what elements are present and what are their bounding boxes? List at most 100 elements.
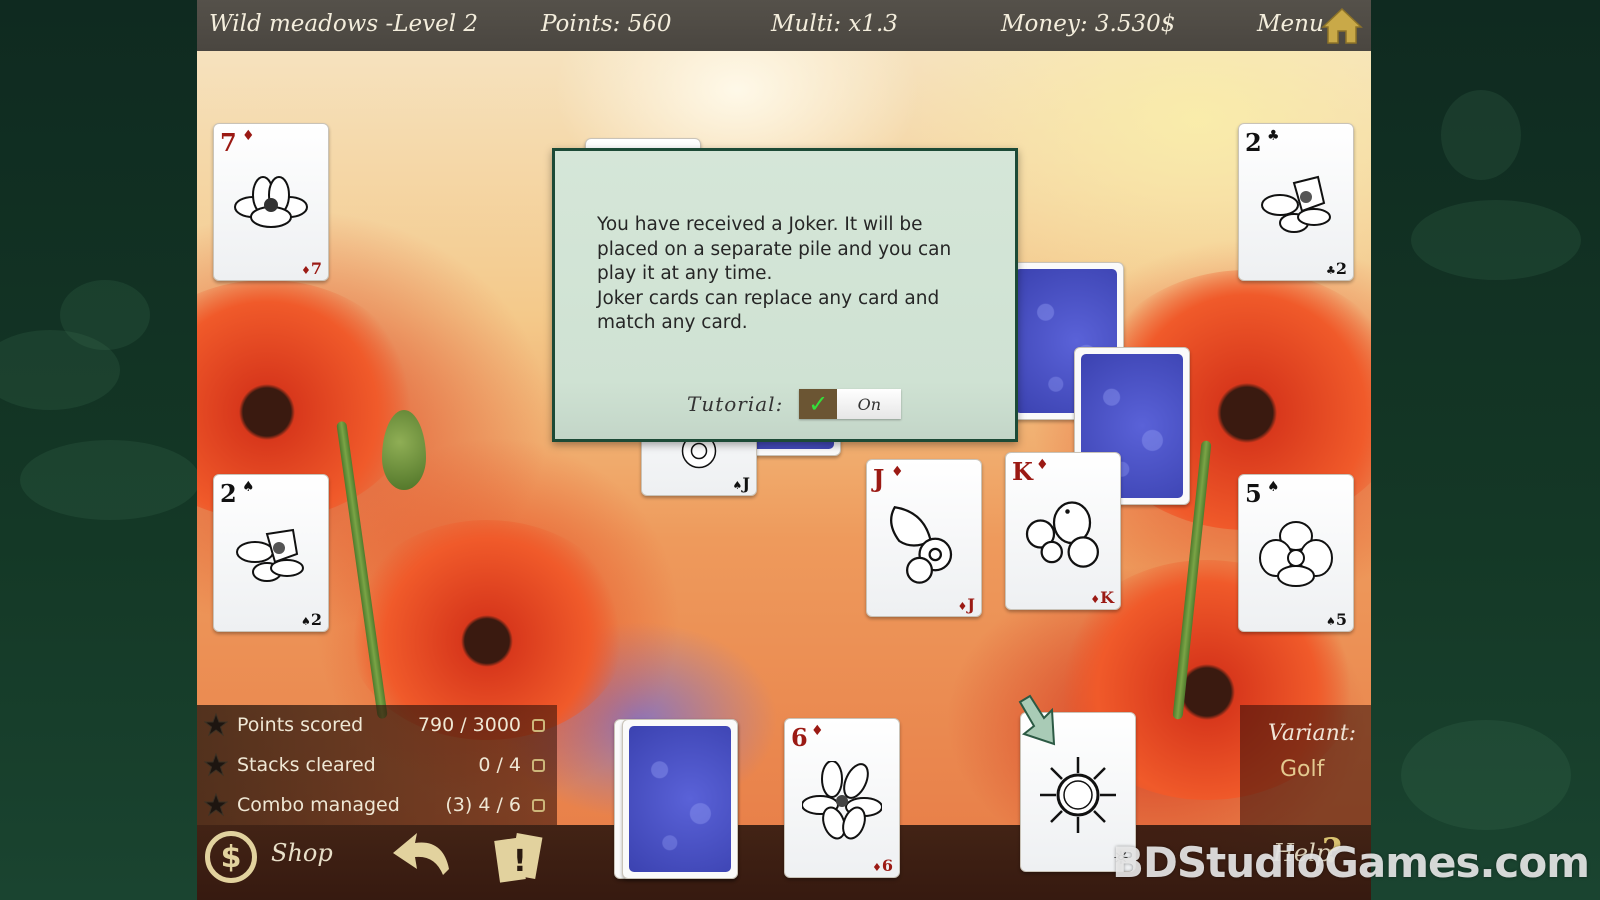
- tableau-card-5-spades[interactable]: 5 ♠ ♠5: [1238, 474, 1354, 632]
- dollar-coin-icon[interactable]: $: [205, 831, 257, 883]
- card-rank: K: [1100, 588, 1114, 607]
- hint-cards-icon[interactable]: !: [493, 829, 543, 889]
- card-rank: K: [1012, 457, 1033, 486]
- daffodil-icon: [1261, 175, 1331, 234]
- diamond-icon: ♦: [1036, 457, 1049, 473]
- card-rank: 2: [1335, 259, 1347, 278]
- goal-value: 790 / 3000: [417, 714, 521, 736]
- diamond-icon: ♦: [242, 128, 255, 144]
- club-icon: ♣: [1267, 128, 1280, 144]
- card-corner: ♦6: [872, 856, 893, 875]
- goal-label: Stacks cleared: [237, 754, 376, 776]
- variant-title: Variant:: [1268, 721, 1357, 746]
- star-icon: [204, 753, 228, 777]
- goals-panel: Points scored 790 / 3000 Stacks cleared …: [197, 705, 557, 825]
- star-icon: [204, 713, 228, 737]
- goal-checkbox: [532, 798, 545, 812]
- right-backdrop: [1371, 0, 1600, 900]
- checkmark-icon[interactable]: ✓: [799, 389, 838, 419]
- lily-icon: [802, 761, 882, 840]
- goal-label: Points scored: [237, 714, 364, 736]
- money-display: Money: 3.530$: [1001, 11, 1176, 37]
- multiplier-display: Multi: x1.3: [771, 11, 898, 37]
- dialog-message-line: You have received a Joker. It will be pl…: [597, 214, 952, 284]
- stock-pile[interactable]: [622, 719, 738, 879]
- diamond-icon: ♦: [300, 264, 311, 277]
- tableau-card-2-clubs[interactable]: 2 ♣ ♣2: [1238, 123, 1354, 281]
- card-corner: ♦K: [1090, 588, 1114, 607]
- daisy-silhouette: [1411, 200, 1581, 280]
- goal-points-scored: Points scored 790 / 3000: [197, 705, 557, 745]
- tutorial-toggle[interactable]: ✓ On: [799, 389, 902, 419]
- goal-value: 0 / 4: [478, 754, 521, 776]
- shop-button[interactable]: Shop: [271, 839, 333, 867]
- card-corner: ♠5: [1326, 610, 1347, 629]
- level-title: Wild meadows -Level 2: [209, 11, 479, 37]
- left-backdrop: [0, 0, 200, 900]
- tutorial-state[interactable]: On: [837, 389, 902, 419]
- card-rank: J: [742, 474, 750, 493]
- card-corner: ♣2: [1326, 259, 1347, 278]
- goal-combo-managed: Combo managed (3) 4 / 6: [197, 785, 557, 825]
- card-corner: ♠2: [301, 610, 322, 629]
- card-rank: 2: [220, 479, 237, 508]
- card-back-pattern: [629, 726, 731, 872]
- card-rank: 5: [1245, 479, 1262, 508]
- diamond-icon: ♦: [891, 464, 904, 480]
- card-rank: 5: [1335, 610, 1347, 629]
- watermark: BDStudioGames.com: [1112, 838, 1590, 887]
- points-display: Points: 560: [541, 11, 672, 37]
- menu-button[interactable]: Menu: [1257, 11, 1324, 37]
- daffodil-icon: [236, 528, 304, 583]
- club-icon: ♣: [1325, 264, 1336, 277]
- star-icon: [204, 793, 228, 817]
- goal-checkbox: [532, 718, 545, 732]
- card-rank: 6: [791, 723, 808, 752]
- tableau-card-k-diamonds[interactable]: K ♦ ♦K: [1005, 452, 1121, 610]
- card-rank: J: [967, 595, 975, 614]
- top-status-bar: Wild meadows -Level 2 Points: 560 Multi:…: [197, 0, 1371, 51]
- undo-arrow-icon[interactable]: [387, 829, 457, 889]
- tableau-card-j-diamonds[interactable]: J ♦ ♦J: [866, 459, 982, 617]
- card-rank: 2: [1245, 128, 1262, 157]
- card-rank: 6: [881, 856, 893, 875]
- goal-value: (3) 4 / 6: [445, 794, 521, 816]
- magnolia-icon: [234, 176, 308, 229]
- diamond-icon: ♦: [1090, 593, 1101, 606]
- card-rank: J: [873, 464, 885, 493]
- joker-tutorial-dialog: You have received a Joker. It will be pl…: [552, 148, 1018, 442]
- card-rank: 7: [220, 128, 237, 157]
- spade-icon: ♠: [1267, 479, 1280, 495]
- card-rank: 7: [310, 259, 322, 278]
- home-icon[interactable]: [1321, 7, 1363, 45]
- goal-stacks-cleared: Stacks cleared 0 / 4: [197, 745, 557, 785]
- tutorial-toggle-row: Tutorial: ✓ On: [687, 388, 902, 420]
- variant-panel: Variant: Golf: [1240, 705, 1371, 825]
- card-corner: ♠J: [733, 474, 750, 493]
- svg-text:!: !: [513, 844, 527, 879]
- butterfly-icon: [890, 506, 953, 584]
- sun-icon: [1040, 757, 1116, 834]
- butterfly-silhouette: [1441, 90, 1521, 180]
- card-rank: 2: [310, 610, 322, 629]
- goal-label: Combo managed: [237, 794, 400, 816]
- tableau-card-2-spades[interactable]: 2 ♠ ♠2: [213, 474, 329, 632]
- waste-card-6-diamonds[interactable]: 6 ♦ ♦6: [784, 718, 900, 878]
- card-corner: ♦7: [301, 259, 322, 278]
- dialog-message: You have received a Joker. It will be pl…: [597, 213, 977, 336]
- poppy-bud-decoration: [382, 410, 426, 490]
- spade-icon: ♠: [1325, 615, 1336, 628]
- bird-icon: [1025, 501, 1099, 568]
- spade-icon: ♠: [732, 479, 743, 492]
- spade-icon: ♠: [242, 479, 255, 495]
- diamond-icon: ♦: [871, 861, 882, 874]
- arrow-down-hint-icon: [1018, 694, 1056, 746]
- goal-checkbox: [532, 758, 545, 772]
- tutorial-label: Tutorial:: [687, 392, 784, 416]
- spade-icon: ♠: [300, 615, 311, 628]
- card-corner: ♦J: [958, 595, 975, 614]
- daisy-silhouette: [20, 440, 200, 520]
- variant-value: Golf: [1280, 757, 1325, 782]
- tableau-card-7-diamonds[interactable]: 7 ♦ ♦7: [213, 123, 329, 281]
- daisy-silhouette: [1401, 720, 1571, 830]
